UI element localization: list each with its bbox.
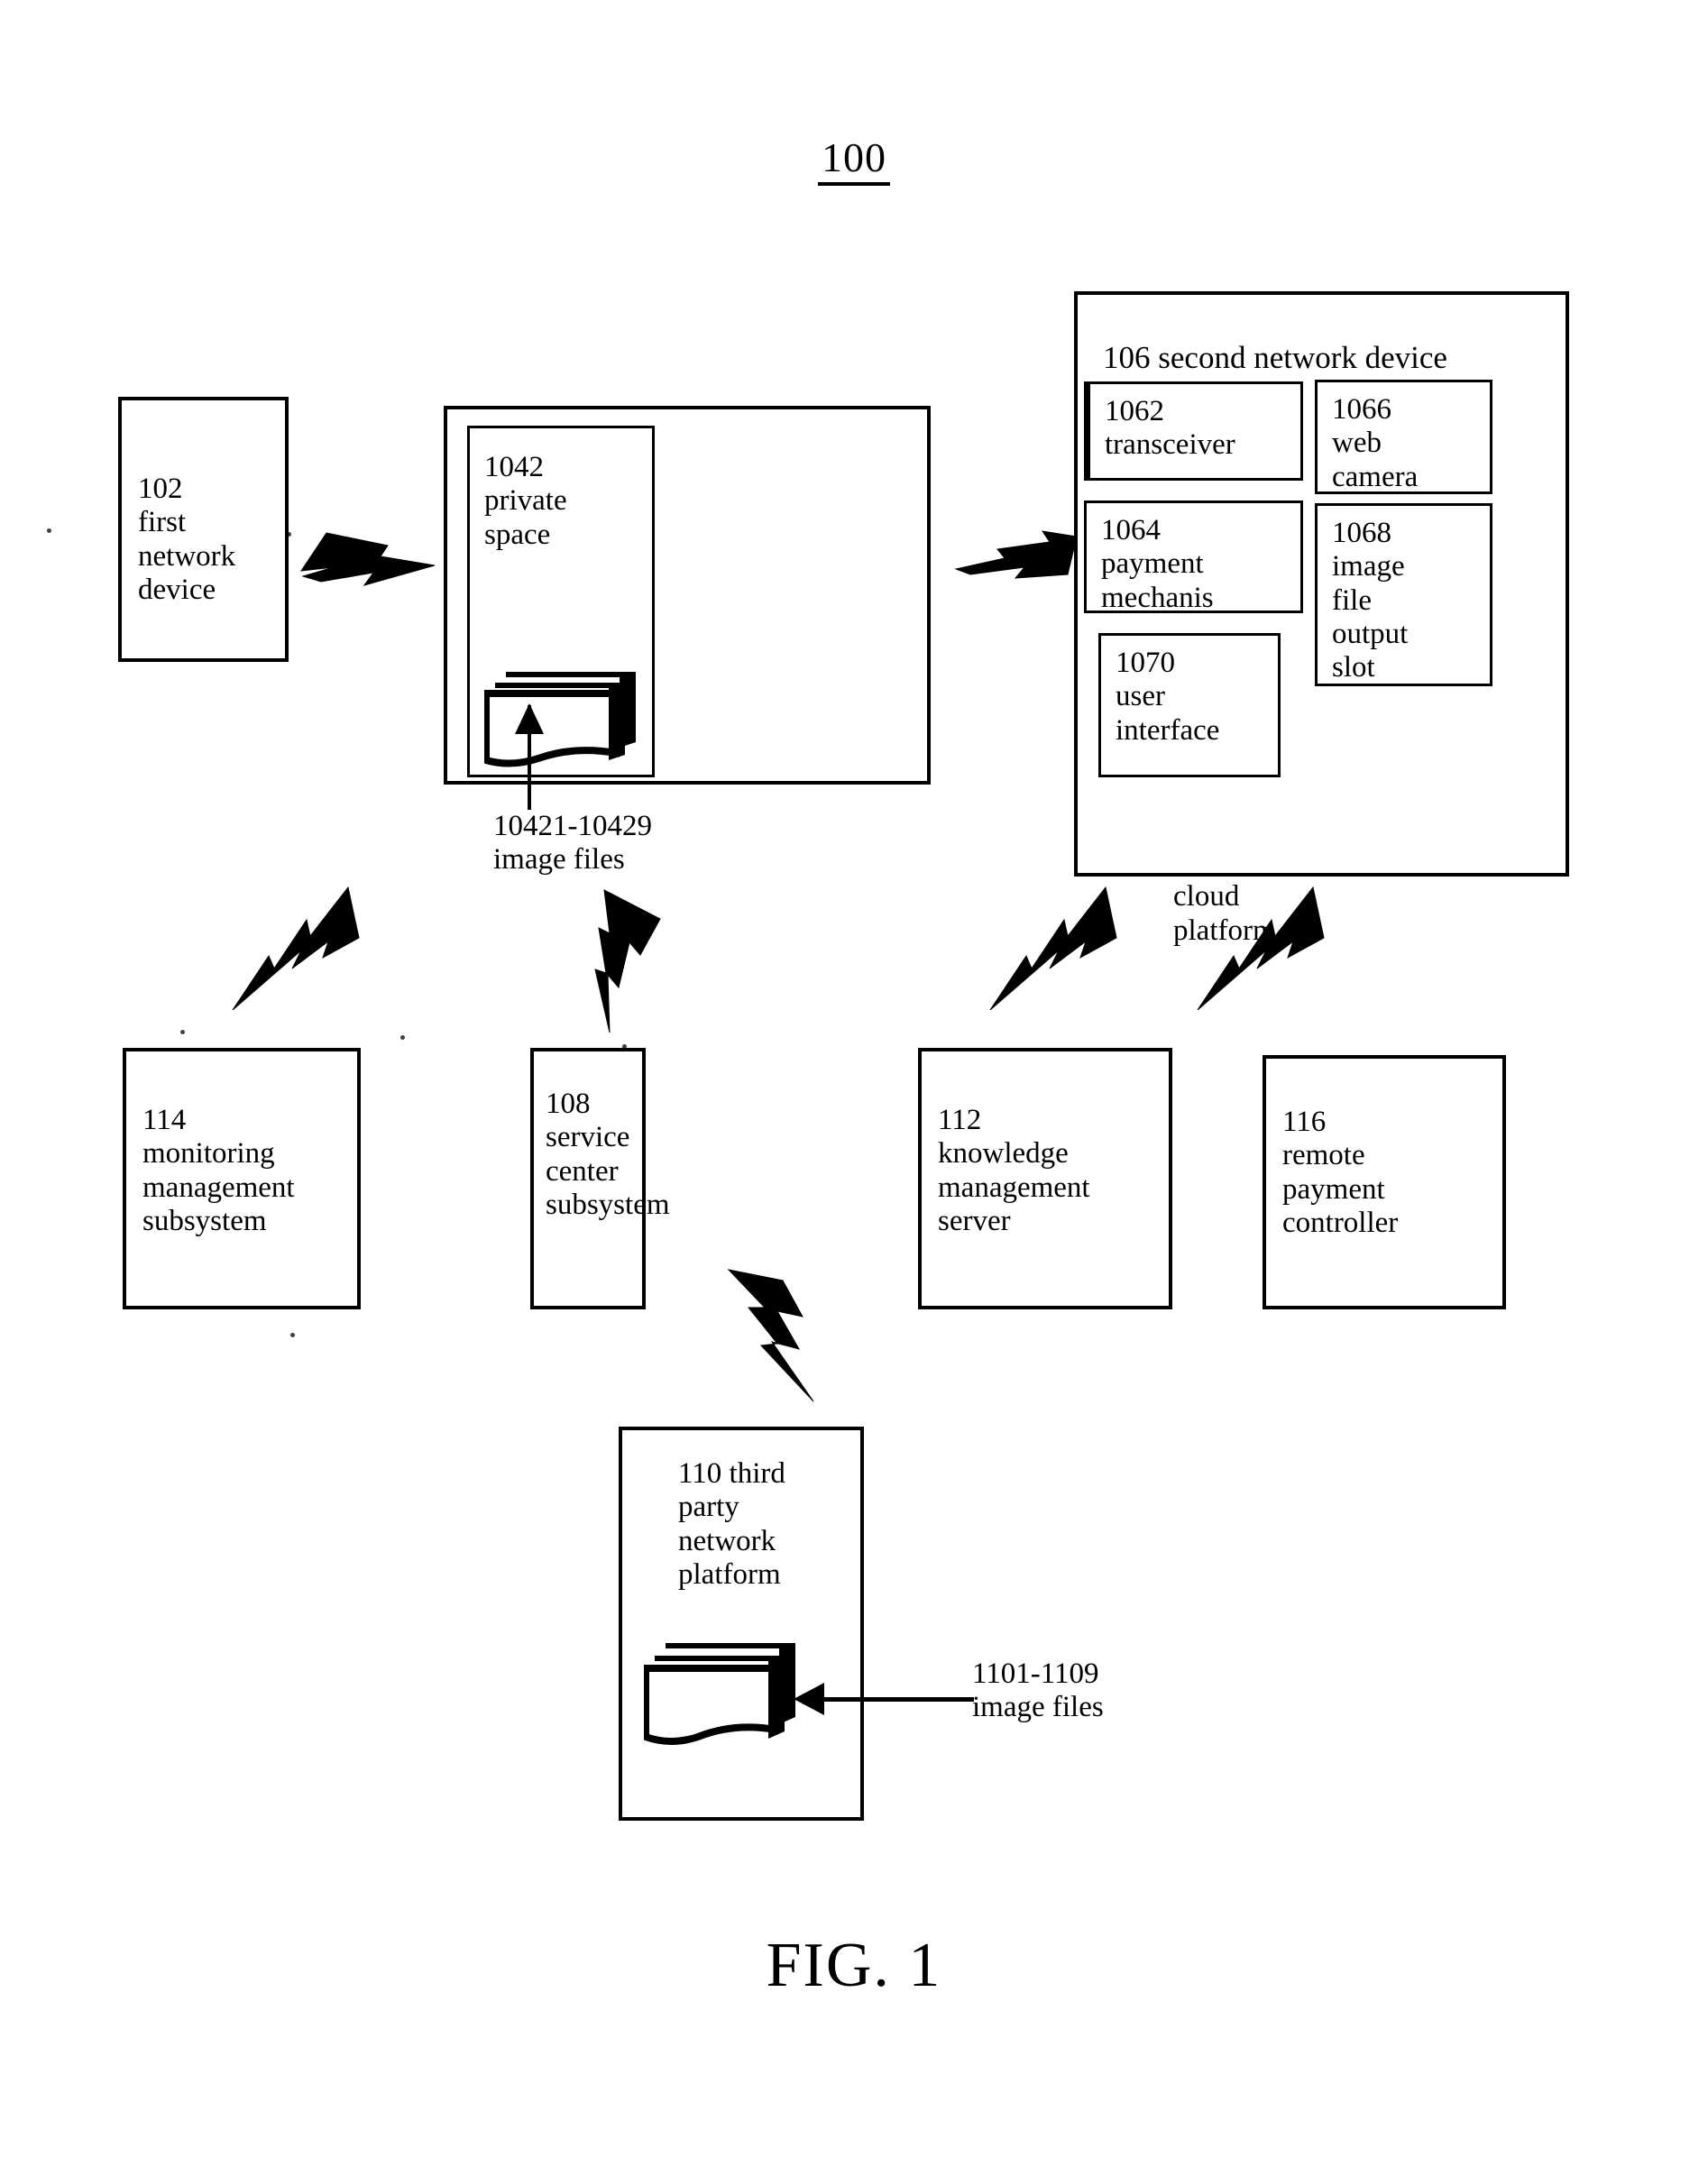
block-112-knowledge-management-server: 112 knowledge management server bbox=[918, 1048, 1172, 1309]
block-1062-transceiver: 1062 transceiver bbox=[1084, 381, 1303, 481]
block-1066-label: 1066 web camera bbox=[1332, 393, 1419, 493]
block-1042-label: 1042 private space bbox=[484, 451, 567, 551]
block-1070-label: 1070 user interface bbox=[1116, 647, 1220, 747]
block-102-first-network-device: 102 first network device bbox=[118, 397, 289, 662]
lightning-connector-104-114-icon bbox=[224, 882, 368, 1026]
block-108-label: 108 service center subsystem bbox=[546, 1088, 670, 1221]
block-1068-image-file-output-slot: 1068 image file output slot bbox=[1315, 503, 1492, 686]
scan-speck bbox=[400, 1035, 405, 1040]
scan-speck bbox=[290, 1333, 295, 1337]
block-1066-web-camera: 1066 web camera bbox=[1315, 380, 1492, 494]
image-file-stack-icon bbox=[484, 654, 645, 771]
callout-arrowhead-10421 bbox=[515, 703, 544, 734]
block-1064-label: 1064 payment mechanis bbox=[1101, 514, 1214, 614]
scan-speck bbox=[47, 528, 51, 533]
block-114-monitoring-management-subsystem: 114 monitoring management subsystem bbox=[123, 1048, 361, 1309]
patent-figure-page: 100 102 first network device 104 cloud p… bbox=[0, 0, 1708, 2176]
block-112-label: 112 knowledge management server bbox=[938, 1104, 1090, 1237]
figure-number: 100 bbox=[0, 133, 1708, 186]
lightning-connector-102-104-icon bbox=[298, 526, 451, 598]
callout-leader-line-1101 bbox=[812, 1697, 974, 1702]
block-102-label: 102 first network device bbox=[138, 473, 236, 606]
block-110-third-party-network-platform: 110 third party network platform bbox=[619, 1427, 864, 1821]
figure-number-value: 100 bbox=[818, 134, 890, 186]
image-file-stack-icon-110 bbox=[644, 1629, 804, 1750]
block-1064-payment-mechanism: 1064 payment mechanis bbox=[1084, 500, 1303, 614]
block-1042-private-space: 1042 private space bbox=[467, 426, 655, 777]
scan-speck bbox=[287, 532, 291, 537]
block-116-label: 116 remote payment controller bbox=[1282, 1106, 1399, 1239]
block-106-label: 106 second network device bbox=[1103, 340, 1447, 375]
scan-speck bbox=[180, 1030, 185, 1034]
lightning-connector-104-106-icon bbox=[954, 526, 1107, 598]
lightning-connector-104-108-icon bbox=[566, 886, 675, 1040]
lightning-connector-106-112-icon bbox=[981, 882, 1125, 1026]
callout-arrowhead-1101 bbox=[794, 1683, 824, 1715]
block-1068-label: 1068 image file output slot bbox=[1332, 517, 1409, 684]
block-1070-user-interface: 1070 user interface bbox=[1098, 633, 1281, 777]
block-114-label: 114 monitoring management subsystem bbox=[142, 1104, 295, 1237]
block-116-remote-payment-controller: 116 remote payment controller bbox=[1263, 1055, 1506, 1309]
figure-caption: FIG. 1 bbox=[766, 1931, 942, 2000]
block-1062-label: 1062 transceiver bbox=[1105, 395, 1235, 462]
callout-10421-10429-image-files: 10421-10429 image files bbox=[493, 810, 652, 877]
block-110-label: 110 third party network platform bbox=[678, 1457, 785, 1591]
callout-1101-1109-image-files: 1101-1109 image files bbox=[972, 1657, 1104, 1724]
lightning-connector-108-110-icon bbox=[712, 1261, 857, 1414]
scan-speck bbox=[622, 1044, 627, 1049]
block-108-service-center-subsystem: 108 service center subsystem bbox=[530, 1048, 670, 1309]
lightning-connector-106-116-icon bbox=[1189, 882, 1333, 1026]
